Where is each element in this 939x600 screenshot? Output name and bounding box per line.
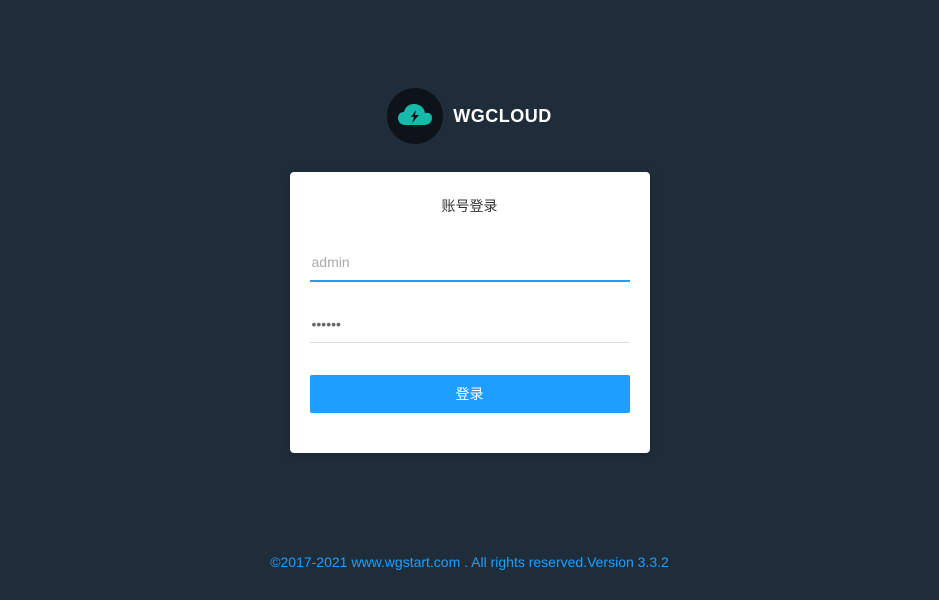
logo-icon — [387, 88, 443, 144]
login-card: 账号登录 登录 — [290, 172, 650, 453]
username-input[interactable] — [310, 244, 630, 282]
brand-name: WGCLOUD — [453, 106, 551, 127]
footer-copyright: ©2017-2021 www.wgstart.com . All rights … — [0, 554, 939, 570]
logo-header: WGCLOUD — [0, 0, 939, 144]
login-button[interactable]: 登录 — [310, 375, 630, 413]
login-title: 账号登录 — [310, 196, 630, 216]
password-input[interactable] — [310, 306, 630, 343]
